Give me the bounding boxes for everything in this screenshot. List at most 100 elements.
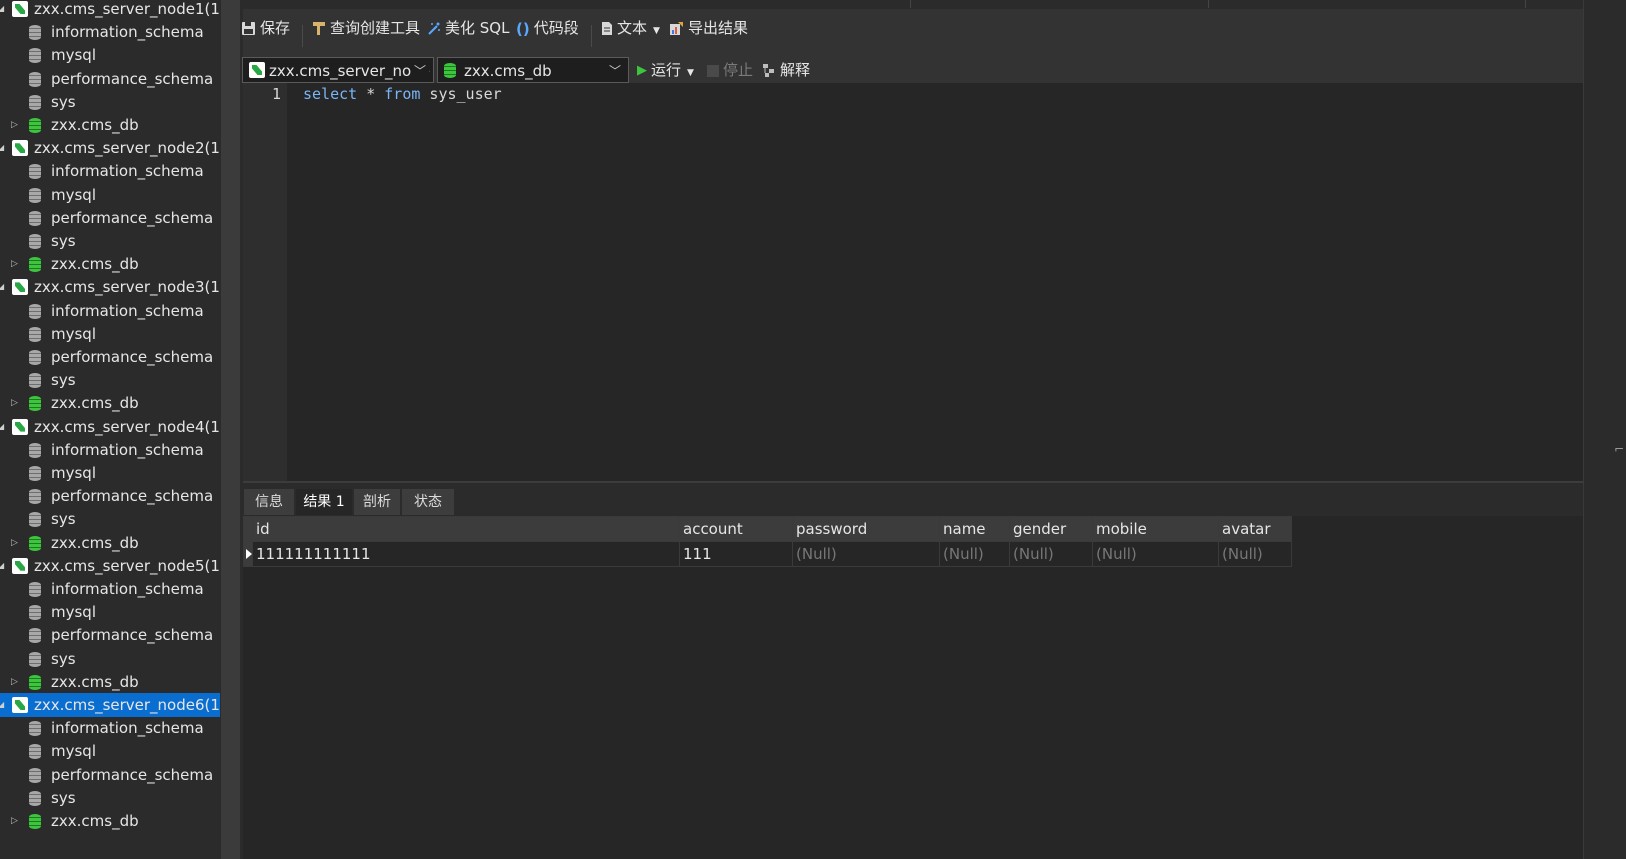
- result-tab[interactable]: 信息: [244, 489, 294, 515]
- sql-code[interactable]: select * from sys_user: [303, 85, 502, 103]
- database-item[interactable]: information_schema: [0, 299, 220, 323]
- connection-item[interactable]: ◢ zxx.cms_server_node2(12: [0, 136, 220, 160]
- expand-triangle-icon[interactable]: ▷: [11, 670, 18, 694]
- column-header[interactable]: account: [679, 516, 793, 542]
- column-header[interactable]: password: [792, 516, 940, 542]
- table-cell[interactable]: 111: [679, 541, 793, 567]
- expand-arrow-icon[interactable]: ◢: [0, 693, 4, 717]
- connection-item[interactable]: ◢ zxx.cms_server_node4(12: [0, 415, 220, 439]
- database-item[interactable]: ▷ zxx.cms_db: [0, 113, 220, 137]
- table-cell[interactable]: (Null): [792, 541, 940, 567]
- export-result-button[interactable]: 导出结果: [669, 15, 748, 41]
- database-item[interactable]: mysql: [0, 183, 220, 207]
- database-item[interactable]: ▷ zxx.cms_db: [0, 670, 220, 694]
- database-item[interactable]: performance_schema: [0, 763, 220, 787]
- database-label: mysql: [51, 464, 96, 482]
- database-item[interactable]: mysql: [0, 600, 220, 624]
- database-item[interactable]: information_schema: [0, 577, 220, 601]
- database-item[interactable]: performance_schema: [0, 484, 220, 508]
- code-snippet-button[interactable]: () 代码段: [516, 15, 579, 41]
- expand-arrow-icon[interactable]: ◢: [0, 136, 4, 160]
- table-cell[interactable]: 111111111111: [252, 541, 680, 567]
- database-item[interactable]: mysql: [0, 322, 220, 346]
- expand-triangle-icon[interactable]: ▷: [11, 809, 18, 833]
- table-row[interactable]: 111111111111 111 (Null) (Null) (Null) (Null)(…: [243, 541, 1292, 567]
- database-item[interactable]: mysql: [0, 43, 220, 67]
- expand-triangle-icon[interactable]: ▷: [11, 391, 18, 415]
- database-icon: [29, 605, 41, 621]
- save-button[interactable]: 保存: [241, 15, 290, 41]
- column-header[interactable]: mobile: [1092, 516, 1219, 542]
- sql-editor[interactable]: 1 select * from sys_user: [243, 83, 1583, 481]
- expand-triangle-icon[interactable]: ▷: [11, 113, 18, 137]
- result-tab[interactable]: 结果 1: [296, 489, 352, 515]
- table-cell[interactable]: (Null): [1009, 541, 1093, 567]
- database-item[interactable]: mysql: [0, 739, 220, 763]
- table-cell[interactable]: (Null): [1092, 541, 1219, 567]
- line-number-gutter: 1: [243, 83, 287, 481]
- mysql-connection-icon: [12, 140, 28, 157]
- sql-text: sys_user: [420, 85, 502, 103]
- expand-arrow-icon[interactable]: ◢: [0, 0, 4, 21]
- column-header[interactable]: avatar: [1218, 516, 1292, 542]
- beautify-sql-button[interactable]: 美化 SQL: [427, 15, 509, 41]
- run-button[interactable]: ▶ 运行 ▼: [637, 57, 694, 83]
- text-dropdown-button[interactable]: 文本 ▼: [601, 15, 660, 41]
- mysql-connection-icon: [12, 557, 28, 574]
- connection-item[interactable]: ◢ zxx.cms_server_node5(12: [0, 554, 220, 578]
- database-icon: [29, 373, 41, 389]
- connection-select-value: zxx.cms_server_node: [269, 62, 430, 80]
- query-builder-button[interactable]: 查询创建工具: [312, 15, 420, 41]
- result-tab[interactable]: 剖析: [354, 489, 400, 515]
- database-item[interactable]: ▷ zxx.cms_db: [0, 252, 220, 276]
- database-label: sys: [51, 649, 76, 668]
- database-item[interactable]: performance_schema: [0, 206, 220, 230]
- database-item[interactable]: information_schema: [0, 159, 220, 183]
- database-icon: [29, 303, 41, 319]
- stop-button[interactable]: 停止: [707, 57, 753, 83]
- connection-item[interactable]: ◢ zxx.cms_server_node6(12: [0, 693, 220, 717]
- column-header[interactable]: name: [939, 516, 1010, 542]
- database-item[interactable]: information_schema: [0, 20, 220, 44]
- database-item[interactable]: sys: [0, 229, 220, 253]
- database-label: zxx.cms_db: [51, 116, 139, 134]
- database-item[interactable]: performance_schema: [0, 67, 220, 91]
- database-item[interactable]: sys: [0, 647, 220, 671]
- database-select[interactable]: zxx.cms_db ﹀: [437, 57, 629, 83]
- database-item[interactable]: performance_schema: [0, 623, 220, 647]
- database-item[interactable]: mysql: [0, 461, 220, 485]
- mysql-connection-icon: [12, 418, 28, 435]
- expand-arrow-icon[interactable]: ◢: [0, 415, 4, 439]
- connection-label: zxx.cms_server_node3(12: [34, 278, 220, 297]
- column-header[interactable]: gender: [1009, 516, 1093, 542]
- row-indicator[interactable]: [243, 541, 253, 567]
- expand-triangle-icon[interactable]: ▷: [11, 531, 18, 555]
- database-item[interactable]: sys: [0, 786, 220, 810]
- result-tab[interactable]: 状态: [402, 489, 454, 515]
- connection-label: zxx.cms_server_node6(12: [34, 696, 220, 714]
- expand-triangle-icon[interactable]: ▷: [11, 252, 18, 276]
- column-header[interactable]: id: [252, 516, 680, 542]
- stop-icon: [707, 64, 719, 77]
- database-item[interactable]: sys: [0, 507, 220, 531]
- database-item[interactable]: information_schema: [0, 716, 220, 740]
- connection-select[interactable]: zxx.cms_server_node ﹀: [242, 57, 434, 83]
- database-item[interactable]: performance_schema: [0, 345, 220, 369]
- database-item[interactable]: ▷ zxx.cms_db: [0, 531, 220, 555]
- database-item[interactable]: information_schema: [0, 438, 220, 462]
- database-item[interactable]: sys: [0, 90, 220, 114]
- database-icon: [29, 489, 41, 505]
- database-label: information_schema: [51, 440, 204, 459]
- database-item[interactable]: ▷ zxx.cms_db: [0, 809, 220, 833]
- expand-arrow-icon[interactable]: ◢: [0, 275, 4, 299]
- sidebar-scrollbar[interactable]: [221, 0, 240, 859]
- line-number: 1: [271, 85, 281, 103]
- connection-item[interactable]: ◢ zxx.cms_server_node1(12: [0, 0, 220, 21]
- expand-arrow-icon[interactable]: ◢: [0, 554, 4, 578]
- explain-button[interactable]: 解释: [762, 57, 810, 83]
- connection-item[interactable]: ◢ zxx.cms_server_node3(12: [0, 275, 220, 299]
- table-cell[interactable]: (Null): [1218, 541, 1292, 567]
- database-item[interactable]: sys: [0, 368, 220, 392]
- table-cell[interactable]: (Null): [939, 541, 1010, 567]
- database-item[interactable]: ▷ zxx.cms_db: [0, 391, 220, 415]
